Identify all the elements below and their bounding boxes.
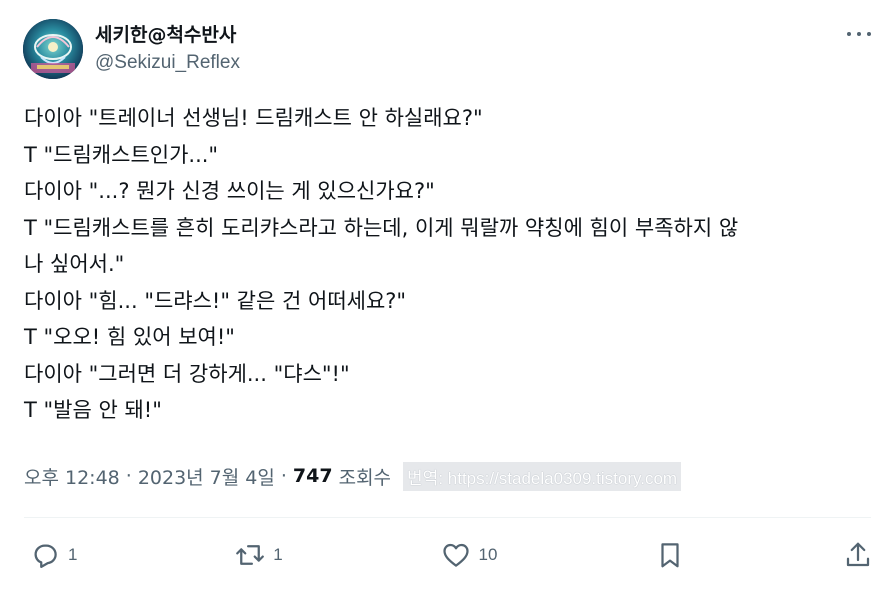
tweet-line: T "발음 안 돼!" bbox=[24, 398, 162, 422]
retweet-button[interactable]: 1 bbox=[235, 538, 283, 572]
reply-button[interactable]: 1 bbox=[30, 538, 77, 572]
tweet-line: 다이아 "트레이너 선생님! 드림캐스트 안 하실래요?" bbox=[24, 106, 483, 130]
tweet-text: 다이아 "트레이너 선생님! 드림캐스트 안 하실래요?" T "드림캐스트인가… bbox=[24, 100, 874, 429]
handle[interactable]: @Sekizui_Reflex bbox=[95, 50, 240, 76]
more-dot bbox=[857, 32, 861, 36]
meta-separator: · bbox=[280, 465, 287, 487]
more-icon[interactable] bbox=[847, 26, 871, 42]
bookmark-button[interactable] bbox=[655, 538, 685, 572]
translation-watermark: 번역: https://stadela0309.tistory.com bbox=[403, 461, 682, 491]
views-count[interactable]: 747 bbox=[293, 465, 333, 487]
tweet-line: 다이아 "그러면 더 강하게... "댜스"!" bbox=[24, 361, 350, 386]
more-dot bbox=[867, 32, 871, 36]
like-button[interactable]: 10 bbox=[441, 538, 498, 572]
tweet-line: T "드림캐스트인가..." bbox=[24, 142, 219, 167]
retweet-count: 1 bbox=[273, 545, 283, 564]
share-icon bbox=[846, 542, 870, 567]
tweet-line: T "드림캐스트를 흔히 도리캬스라고 하는데, 이게 뭐랄까 약칭에 힘이 부… bbox=[24, 215, 739, 240]
divider bbox=[24, 517, 871, 518]
reply-icon bbox=[34, 544, 57, 568]
tweet-line: 다이아 "...? 뭔가 신경 쓰이는 게 있으신가요?" bbox=[24, 179, 435, 203]
display-name[interactable]: 세키한@척수반사 bbox=[95, 22, 240, 48]
post-time[interactable]: 오후 12:48 bbox=[24, 463, 120, 490]
author-block: 세키한@척수반사 @Sekizui_Reflex bbox=[95, 22, 240, 76]
avatar-image bbox=[23, 19, 83, 79]
tweet-line: 나 싶어서." bbox=[24, 252, 125, 276]
retweet-icon bbox=[236, 545, 265, 565]
avatar[interactable] bbox=[23, 19, 83, 79]
tweet-line: 다이아 "힘... "드랴스!" 같은 건 어떠세요?" bbox=[24, 288, 407, 313]
views-label: 조회수 bbox=[338, 466, 392, 489]
heart-icon bbox=[442, 543, 469, 567]
share-button[interactable] bbox=[843, 538, 873, 572]
action-bar: 1 1 10 bbox=[30, 538, 873, 572]
tweet-meta: 오후 12:48 · 2023년 7월 4일 · 747 조회수 번역: htt… bbox=[24, 460, 682, 492]
bookmark-icon bbox=[661, 543, 679, 568]
like-count: 10 bbox=[478, 545, 498, 564]
meta-separator: · bbox=[125, 465, 132, 487]
post-date[interactable]: 2023년 7월 4일 bbox=[138, 463, 275, 490]
tweet-line: T "오오! 힘 있어 보여!" bbox=[24, 325, 235, 349]
more-dot bbox=[847, 32, 851, 36]
reply-count: 1 bbox=[68, 545, 78, 564]
